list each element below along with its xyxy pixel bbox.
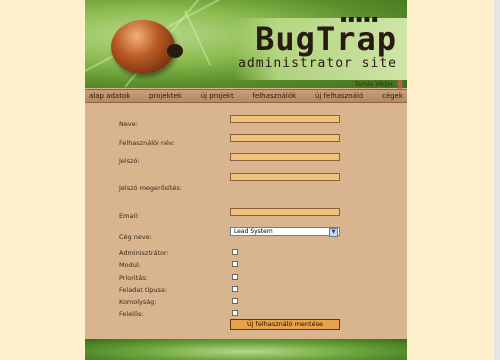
admin-checkbox[interactable] <box>232 249 238 255</box>
admin-label: Adminisztrátor: <box>119 249 169 257</box>
app-subtitle: administrator site <box>238 56 397 71</box>
password-confirm-field[interactable] <box>230 173 340 181</box>
responsible-label: Felelős: <box>119 310 144 318</box>
save-user-button[interactable]: Új felhasználó mentése <box>230 319 340 330</box>
chevron-down-icon[interactable]: ▼ <box>329 228 338 237</box>
nav-item-felhasznalok[interactable]: felhasználók <box>252 92 296 100</box>
priority-checkbox[interactable] <box>232 274 238 280</box>
name-label: Neve: <box>119 120 138 128</box>
main-nav: alap adatok projektek új projekt felhasz… <box>85 89 407 103</box>
nav-item-alap-adatok[interactable]: alap adatok <box>89 92 130 100</box>
task-type-label: Feladat típusa: <box>119 286 168 294</box>
nav-item-cegek[interactable]: cégek <box>382 92 403 100</box>
user-name: Tamás Viktor <box>354 81 393 88</box>
password-field[interactable] <box>230 153 340 161</box>
ladybug-image <box>111 20 175 74</box>
ladybug-head <box>167 44 183 58</box>
company-select-value: Lead System <box>234 228 273 235</box>
priority-label: Prioritás: <box>119 274 148 282</box>
severity-label: Komolyság: <box>119 298 157 306</box>
severity-checkbox[interactable] <box>232 298 238 304</box>
username-label: Felhasználói név: <box>119 139 175 147</box>
user-bar: Tamás Viktor 🚪 <box>85 80 407 89</box>
name-field[interactable] <box>230 115 340 123</box>
main-frame: ▪▪▪▪▪ BugTrap administrator site Tamás V… <box>85 0 407 360</box>
door-exit-icon[interactable]: 🚪 <box>395 80 405 89</box>
modul-label: Modul: <box>119 261 141 269</box>
nav-item-uj-felhasznalo[interactable]: új felhasználó <box>315 92 363 100</box>
email-label: Email: <box>119 212 140 220</box>
new-user-form: Neve: Felhasználói név: Jelszó: Jelszó m… <box>85 104 407 340</box>
password-confirm-label: Jelszó megerősítés: <box>119 184 182 192</box>
page-scrollbar[interactable] <box>494 0 500 360</box>
footer-banner <box>85 339 407 360</box>
leaf-vein <box>184 10 212 66</box>
email-field[interactable] <box>230 208 340 216</box>
username-field[interactable] <box>230 134 340 142</box>
company-label: Cég neve: <box>119 233 152 241</box>
header-banner: ▪▪▪▪▪ BugTrap administrator site <box>85 0 407 88</box>
company-select[interactable]: Lead System ▼ <box>230 227 340 237</box>
nav-item-projektek[interactable]: projektek <box>149 92 182 100</box>
nav-item-uj-projekt[interactable]: új projekt <box>201 92 234 100</box>
task-type-checkbox[interactable] <box>232 286 238 292</box>
app-title: BugTrap <box>255 20 397 58</box>
responsible-checkbox[interactable] <box>232 310 238 316</box>
modul-checkbox[interactable] <box>232 261 238 267</box>
password-label: Jelszó: <box>119 157 140 165</box>
